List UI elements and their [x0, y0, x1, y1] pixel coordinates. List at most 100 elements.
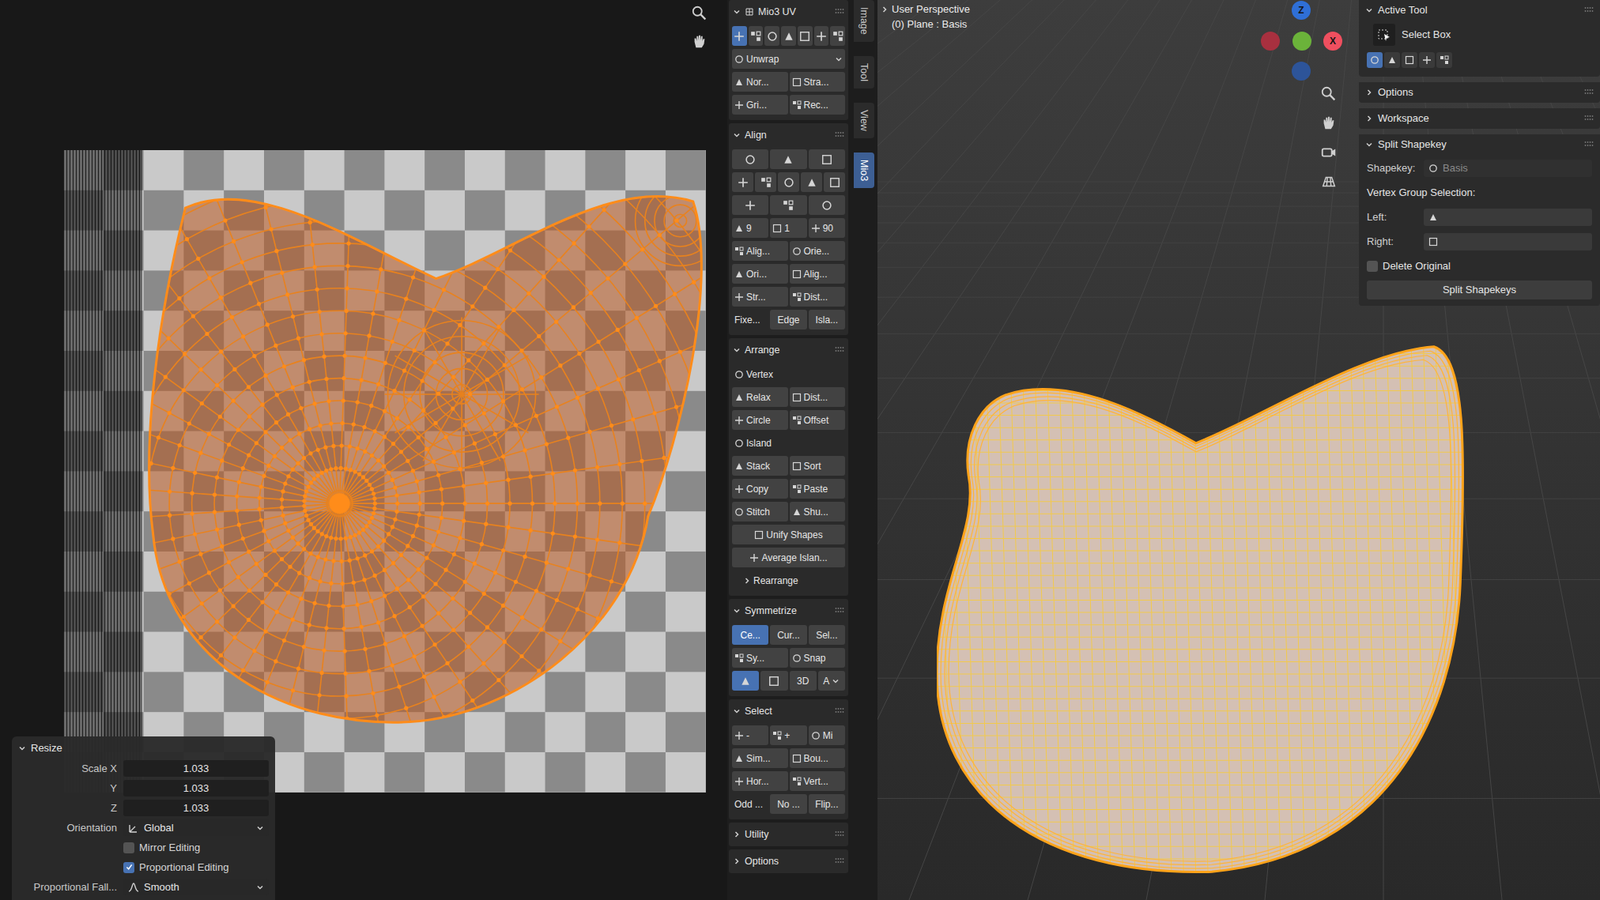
- tool-button[interactable]: Stra...: [789, 71, 846, 92]
- uv-editor[interactable]: ResizeScale X1.033Y1.033Z1.033Orientatio…: [0, 0, 728, 900]
- axis-label-ball[interactable]: X: [1323, 31, 1343, 51]
- scale-field[interactable]: 1.033: [123, 780, 269, 797]
- tool-button[interactable]: Bou...: [789, 748, 846, 769]
- axis-gizmo[interactable]: ZX: [1256, 0, 1352, 87]
- scale-field[interactable]: 1.033: [123, 760, 269, 778]
- vertex-group-field[interactable]: [1423, 208, 1593, 227]
- icon-button[interactable]: [732, 149, 769, 170]
- tool-button[interactable]: Average Islan...: [732, 547, 846, 568]
- icon-button[interactable]: [732, 26, 748, 46]
- subpanel-header[interactable]: Rearrange: [732, 570, 846, 591]
- icon-button[interactable]: [748, 26, 764, 46]
- checkbox-box[interactable]: [123, 842, 135, 854]
- tool-button[interactable]: 9: [732, 218, 769, 238]
- icon-button[interactable]: [781, 26, 797, 46]
- checkbox-box[interactable]: [1366, 260, 1378, 272]
- text-button[interactable]: No ...: [769, 794, 807, 815]
- toggle-button[interactable]: Sel...: [808, 625, 846, 646]
- tool-button[interactable]: Alig...: [789, 264, 846, 284]
- icon-button[interactable]: [769, 195, 807, 216]
- tool-button[interactable]: Stack: [732, 456, 789, 476]
- icon-button[interactable]: [800, 172, 823, 193]
- operator-header[interactable]: Resize: [18, 738, 269, 759]
- selection-mode-button[interactable]: [1401, 52, 1418, 68]
- tool-button[interactable]: Paste: [789, 479, 846, 499]
- icon-button[interactable]: [814, 26, 830, 46]
- tool-button[interactable]: Sort: [789, 456, 846, 476]
- text-button[interactable]: 3D: [789, 671, 817, 691]
- icon-button[interactable]: [769, 149, 807, 170]
- tool-button[interactable]: Str...: [732, 286, 789, 307]
- tool-button[interactable]: Orie...: [789, 241, 846, 261]
- icon-button[interactable]: [808, 195, 846, 216]
- dropdown-button[interactable]: A: [818, 671, 846, 691]
- hand-icon[interactable]: [690, 33, 709, 51]
- panel-header[interactable]: Active Tool: [1358, 0, 1600, 21]
- selection-mode-button[interactable]: [1436, 52, 1453, 68]
- tool-button[interactable]: Offset: [789, 410, 846, 431]
- panel-header[interactable]: Split Shapekey: [1358, 134, 1600, 155]
- tool-button[interactable]: [1373, 23, 1396, 46]
- icon-button[interactable]: [764, 26, 780, 46]
- dropdown-button[interactable]: Unwrap: [732, 49, 846, 69]
- sidebar-tab[interactable]: Image: [853, 0, 875, 42]
- scale-field[interactable]: 1.033: [123, 800, 269, 817]
- axis-ball[interactable]: [1291, 61, 1311, 81]
- tool-button[interactable]: Rec...: [789, 94, 846, 115]
- icon-button[interactable]: [830, 26, 846, 46]
- icon-button[interactable]: [732, 671, 759, 691]
- checkbox[interactable]: Proportional Editing: [123, 860, 269, 876]
- tool-button[interactable]: Nor...: [732, 71, 789, 92]
- tool-button[interactable]: 90: [808, 218, 846, 238]
- section-header[interactable]: Arrange: [728, 338, 849, 363]
- tool-button[interactable]: Dist...: [789, 387, 846, 408]
- orientation-dropdown[interactable]: Global: [123, 819, 269, 837]
- sidebar-tab[interactable]: Tool: [853, 56, 875, 89]
- camera-icon[interactable]: [1320, 143, 1338, 162]
- tool-button[interactable]: Sy...: [732, 648, 789, 668]
- tool-button[interactable]: Mi: [808, 725, 846, 746]
- selection-mode-button[interactable]: [1366, 52, 1383, 68]
- tool-button[interactable]: Vert...: [789, 771, 846, 792]
- falloff-dropdown[interactable]: Smooth: [123, 879, 269, 896]
- selection-mode-button[interactable]: [1418, 52, 1435, 68]
- grid-icon[interactable]: [1320, 173, 1338, 191]
- zoom-icon[interactable]: [690, 4, 709, 23]
- tool-button[interactable]: Ori...: [732, 264, 789, 284]
- checkbox-box[interactable]: [123, 862, 135, 874]
- tool-button[interactable]: Unify Shapes: [732, 524, 846, 545]
- tool-button[interactable]: Dist...: [789, 286, 846, 307]
- vertex-group-field[interactable]: [1423, 233, 1593, 251]
- 3d-viewport[interactable]: User Perspective(0) Plane : Basis ZX Act…: [877, 0, 1600, 900]
- toggle-button[interactable]: Ce...: [732, 625, 769, 646]
- section-header[interactable]: Options: [728, 849, 849, 874]
- checkbox[interactable]: Mirror Editing: [123, 840, 269, 857]
- section-header[interactable]: Align: [728, 123, 849, 148]
- split-shapekeys-button[interactable]: Split Shapekeys: [1366, 280, 1593, 300]
- text-button[interactable]: Flip...: [808, 794, 846, 815]
- zoom-icon[interactable]: [1320, 85, 1338, 103]
- hand-icon[interactable]: [1320, 114, 1338, 133]
- tool-button[interactable]: Snap: [789, 648, 846, 668]
- icon-button[interactable]: [823, 172, 846, 193]
- text-button[interactable]: Edge: [769, 309, 807, 330]
- icon-button[interactable]: [732, 172, 754, 193]
- icon-button[interactable]: [754, 172, 777, 193]
- axis-ball[interactable]: [1260, 31, 1280, 51]
- tool-button[interactable]: Shu...: [789, 501, 846, 522]
- icon-button[interactable]: [777, 172, 800, 193]
- sidebar-tab[interactable]: View: [853, 102, 875, 139]
- text-button[interactable]: Isla...: [808, 309, 846, 330]
- section-header[interactable]: Utility: [728, 822, 849, 847]
- section-header[interactable]: Mio3 UV: [728, 0, 849, 24]
- toggle-button[interactable]: Cur...: [769, 625, 807, 646]
- tool-button[interactable]: Sim...: [732, 748, 789, 769]
- tool-button[interactable]: 1: [769, 218, 807, 238]
- tool-button[interactable]: Relax: [732, 387, 789, 408]
- tool-button[interactable]: Gri...: [732, 94, 789, 115]
- tool-button[interactable]: Alig...: [732, 241, 789, 261]
- axis-label-ball[interactable]: Z: [1291, 0, 1311, 20]
- tool-button[interactable]: Circle: [732, 410, 789, 431]
- selection-mode-button[interactable]: [1384, 52, 1400, 68]
- axis-ball[interactable]: [1292, 31, 1312, 51]
